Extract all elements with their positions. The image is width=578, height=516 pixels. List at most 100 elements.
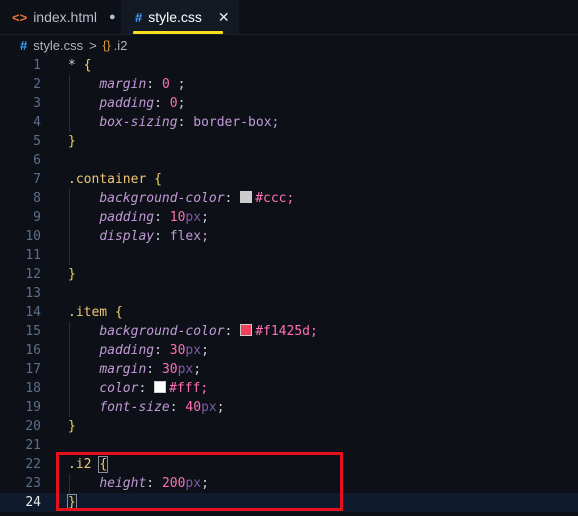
code-line[interactable]: 14 .item { — [0, 303, 578, 322]
selector-symbol-icon: {} — [102, 38, 111, 52]
code-text: color: #fff; — [68, 379, 208, 398]
css-value: border-box; — [193, 115, 280, 130]
brace: } — [68, 419, 76, 434]
code-text: } — [68, 417, 76, 436]
line-number: 19 — [25, 400, 41, 415]
line-number: 1 — [33, 58, 41, 73]
code-line[interactable]: 7 .container { — [0, 170, 578, 189]
code-text: margin: 30px; — [68, 360, 201, 379]
colon: : — [154, 343, 170, 358]
css-value: 30px; — [169, 343, 209, 358]
code-line[interactable]: 10 display: flex; — [0, 227, 578, 246]
color-swatch-icon[interactable] — [154, 381, 167, 393]
css-value: #fff; — [169, 381, 209, 396]
code-line[interactable]: 2 margin: 0 ; — [0, 75, 578, 94]
tab-index-html[interactable]: <> index.html ● — [0, 0, 120, 34]
line-number: 3 — [33, 96, 41, 111]
code-text: } — [68, 265, 76, 284]
css-value: 0 ; — [161, 77, 186, 92]
code-line[interactable]: 12} — [0, 265, 578, 284]
close-icon[interactable]: ✕ — [218, 9, 230, 26]
color-swatch-icon[interactable] — [240, 191, 253, 203]
line-number: 9 — [33, 210, 41, 225]
brace: } — [68, 134, 76, 149]
css-property: padding — [99, 210, 155, 225]
code-text: font-size: 40px; — [68, 398, 225, 417]
code-text: * { — [68, 56, 91, 75]
code-line[interactable]: 16 padding: 30px; — [0, 341, 578, 360]
css-value: #ccc; — [255, 191, 295, 206]
brace: } — [68, 267, 76, 282]
line-number: 23 — [25, 476, 41, 491]
code-line[interactable]: 20} — [0, 417, 578, 436]
colon: : — [146, 77, 162, 92]
css-icon: # — [135, 9, 143, 25]
code-line[interactable]: 1 * { — [0, 56, 578, 75]
color-swatch-icon[interactable] — [240, 324, 253, 336]
css-value: flex; — [169, 229, 209, 244]
colon: : — [224, 324, 241, 339]
css-property: background-color — [99, 324, 225, 339]
breadcrumb-file[interactable]: style.css — [33, 38, 83, 53]
line-number: 6 — [33, 153, 41, 168]
code-text: margin: 0 ; — [68, 75, 185, 94]
css-property: padding — [99, 343, 155, 358]
line-number: 14 — [25, 305, 41, 320]
css-property: font-size — [99, 400, 170, 415]
code-text: box-sizing: border-box; — [68, 113, 279, 132]
code-line[interactable]: 5} — [0, 132, 578, 151]
line-number: 11 — [25, 248, 41, 263]
code-line[interactable]: 18 color: #fff; — [0, 379, 578, 398]
code-line[interactable]: 13 — [0, 284, 578, 303]
line-number: 5 — [33, 134, 41, 149]
code-line[interactable]: 17 margin: 30px; — [0, 360, 578, 379]
css-property: display — [99, 229, 155, 244]
code-editor[interactable]: 1 * {2 margin: 0 ; 3 padding: 0; 4 box-sizi… — [0, 56, 578, 516]
line-number: 15 — [25, 324, 41, 339]
line-number: 16 — [25, 343, 41, 358]
css-selector: .container — [68, 172, 155, 187]
code-line[interactable]: 11 — [0, 246, 578, 265]
code-line[interactable]: 15 background-color: #f1425d; — [0, 322, 578, 341]
line-number: 2 — [33, 77, 41, 92]
css-selector: * — [68, 58, 84, 73]
line-number: 24 — [25, 495, 41, 510]
active-tab-indicator — [133, 31, 223, 34]
code-text: background-color: #ccc; — [68, 189, 294, 208]
css-value: 40px; — [185, 400, 225, 415]
css-value: 10px; — [169, 210, 209, 225]
code-line[interactable]: 6 — [0, 151, 578, 170]
line-number: 13 — [25, 286, 41, 301]
line-number: 4 — [33, 115, 41, 130]
colon: : — [224, 191, 241, 206]
css-property: background-color — [99, 191, 225, 206]
breadcrumb-symbol[interactable]: .i2 — [114, 38, 128, 53]
code-text: padding: 10px; — [68, 208, 209, 227]
line-number: 10 — [25, 229, 41, 244]
line-number: 20 — [25, 419, 41, 434]
unsaved-dot-icon[interactable]: ● — [109, 11, 116, 23]
highlight-annotation-box — [56, 452, 343, 511]
css-selector: .item — [68, 305, 115, 320]
tab-style-css[interactable]: # style.css ✕ — [121, 0, 239, 34]
css-value: 0; — [169, 96, 186, 111]
line-number: 7 — [33, 172, 41, 187]
code-line[interactable]: 19 font-size: 40px; — [0, 398, 578, 417]
colon: : — [169, 400, 186, 415]
code-line[interactable]: 9 padding: 10px; — [0, 208, 578, 227]
tab-label: index.html — [33, 9, 97, 25]
colon: : — [154, 229, 170, 244]
css-value: 30px; — [161, 362, 202, 377]
css-icon: # — [20, 37, 28, 53]
colon: : — [177, 115, 194, 130]
css-property: color — [99, 381, 139, 396]
code-line[interactable]: 3 padding: 0; — [0, 94, 578, 113]
css-property: margin — [99, 362, 147, 377]
code-line[interactable]: 8 background-color: #ccc; — [0, 189, 578, 208]
code-line[interactable]: 4 box-sizing: border-box; — [0, 113, 578, 132]
code-text: padding: 0; — [68, 94, 185, 113]
css-property: margin — [99, 77, 147, 92]
css-property: padding — [99, 96, 155, 111]
code-text: } — [68, 132, 76, 151]
code-text: .container { — [68, 170, 162, 189]
